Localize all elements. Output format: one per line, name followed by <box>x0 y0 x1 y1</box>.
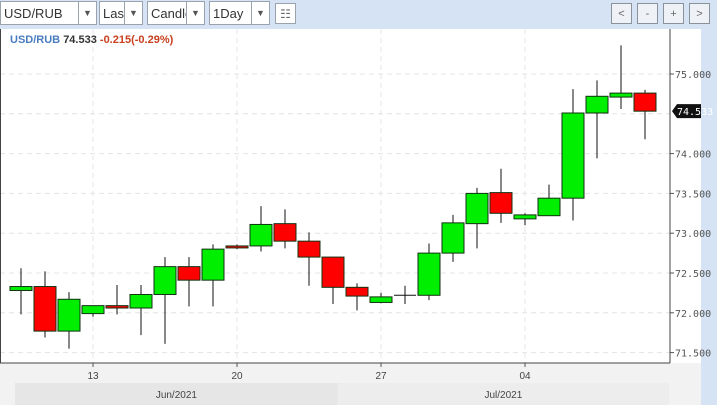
scroll-right-button[interactable]: > <box>689 3 710 24</box>
candle-body <box>129 293 153 309</box>
x-tick-label: 13 <box>87 371 99 382</box>
chevron-down-icon[interactable]: ▼ <box>124 2 142 24</box>
zoom-in-button[interactable]: + <box>663 3 684 24</box>
candle-body <box>201 248 225 281</box>
price-field-select[interactable]: Last▼ <box>99 1 143 25</box>
candle-body <box>249 223 273 247</box>
last-price-label: 74.533 <box>677 107 713 118</box>
interval-value: 1Day <box>213 5 244 21</box>
candle-body <box>177 266 201 281</box>
interval-select[interactable]: 1Day ▼ <box>209 1 270 25</box>
candle-body <box>369 296 393 303</box>
y-tick-label: 71.500 <box>675 349 711 360</box>
candle-body <box>81 305 105 315</box>
price-field-value: Last <box>103 5 124 21</box>
chart-type-value: Candle <box>151 5 186 21</box>
month-label: Jul/2021 <box>484 390 522 401</box>
chart-header: USD/RUB 74.533 -0.215(-0.29%) <box>10 34 173 46</box>
candle-body <box>633 92 657 112</box>
candlestick-chart[interactable]: 71.500 72.000 72.500 73.000 73.500 74.000 75.0… <box>0 29 717 405</box>
candle-body <box>537 197 561 217</box>
y-tick-label: 73.000 <box>675 229 711 240</box>
header-symbol: USD/RUB <box>10 34 61 46</box>
scroll-left-button[interactable]: < <box>611 3 632 24</box>
header-last-price: 74.533 <box>63 34 97 46</box>
candle-body <box>57 298 81 332</box>
x-tick-label: 04 <box>519 371 531 382</box>
candle-body <box>321 256 345 288</box>
chart-type-select[interactable]: Candle▼ <box>147 1 205 25</box>
candle-body <box>585 95 609 114</box>
list-icon[interactable]: ☷ <box>275 3 296 24</box>
candle-body <box>9 286 33 292</box>
candle-body <box>417 252 441 296</box>
y-tick-label: 72.000 <box>675 309 711 320</box>
candle-body <box>153 266 177 295</box>
header-change: -0.215(-0.29%) <box>99 34 174 46</box>
month-label: Jun/2021 <box>156 390 198 401</box>
y-tick-label: 74.000 <box>675 150 711 161</box>
y-tick-label: 72.500 <box>675 269 711 280</box>
candle-body <box>33 286 57 332</box>
candle-body <box>225 245 249 249</box>
candle-body <box>345 286 369 297</box>
candle-body <box>561 112 585 199</box>
zoom-out-button[interactable]: - <box>637 3 658 24</box>
y-tick-label: 75.000 <box>675 70 711 81</box>
candle-body <box>489 192 513 214</box>
candle-body <box>609 92 633 98</box>
y-tick-label: 73.500 <box>675 189 711 200</box>
symbol-select[interactable]: USD/RUB ▼ <box>0 1 97 25</box>
candle-body <box>513 214 537 220</box>
symbol-value: USD/RUB <box>4 5 63 21</box>
candle-body <box>465 192 489 225</box>
candle-body <box>105 305 129 309</box>
candle-body <box>441 222 465 254</box>
x-tick-label: 27 <box>375 371 387 382</box>
chevron-down-icon[interactable]: ▼ <box>251 2 269 24</box>
chevron-down-icon[interactable]: ▼ <box>186 2 204 24</box>
chevron-down-icon[interactable]: ▼ <box>78 2 96 24</box>
x-tick-label: 20 <box>231 371 243 382</box>
candle-body <box>273 223 297 242</box>
candle-body <box>297 240 321 258</box>
